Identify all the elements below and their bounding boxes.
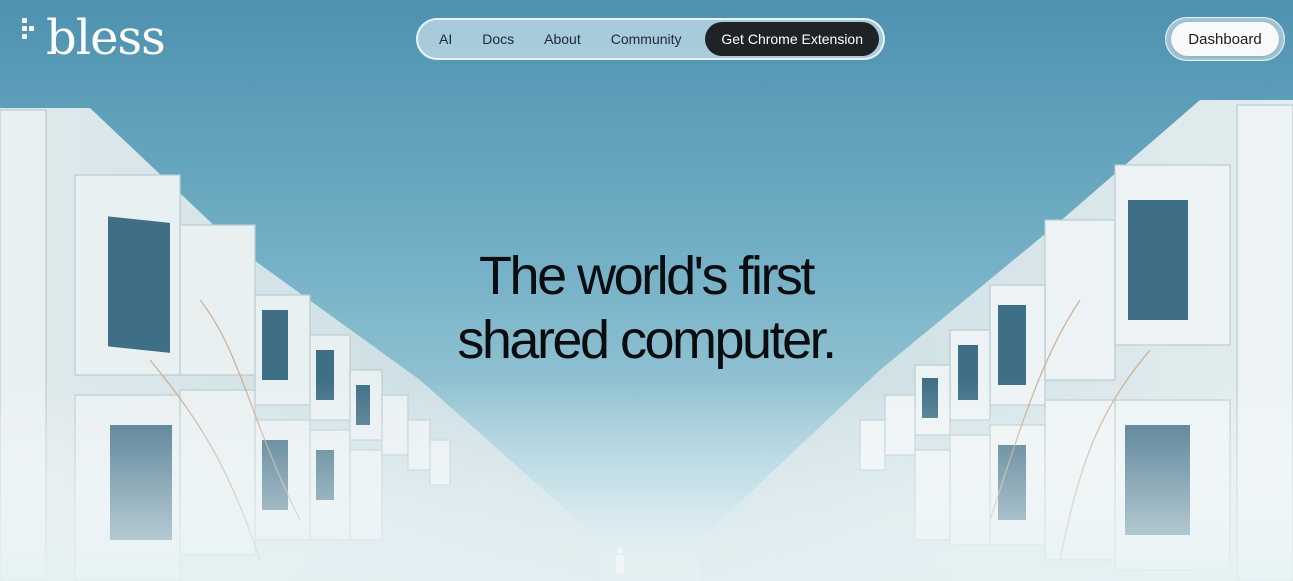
hero-headline-line-1: The world's first <box>479 246 815 306</box>
nav-item-about[interactable]: About <box>529 22 596 56</box>
dashboard-button[interactable]: Dashboard <box>1171 22 1279 56</box>
nav-item-ai[interactable]: AI <box>424 22 467 56</box>
nav-item-docs[interactable]: Docs <box>467 22 529 56</box>
get-chrome-extension-button[interactable]: Get Chrome Extension <box>705 22 879 56</box>
nav-item-community[interactable]: Community <box>596 22 697 56</box>
dashboard-button-frame: Dashboard <box>1165 17 1285 61</box>
hero-headline-line-2: shared computer. <box>457 310 837 370</box>
main-nav: AI Docs About Community Get Chrome Exten… <box>416 18 885 60</box>
logo-text: bless <box>46 10 166 66</box>
logo[interactable]: bless <box>22 10 166 66</box>
logo-mark-icon <box>22 18 42 48</box>
hero-headline: The world's first shared computer. <box>380 244 912 372</box>
